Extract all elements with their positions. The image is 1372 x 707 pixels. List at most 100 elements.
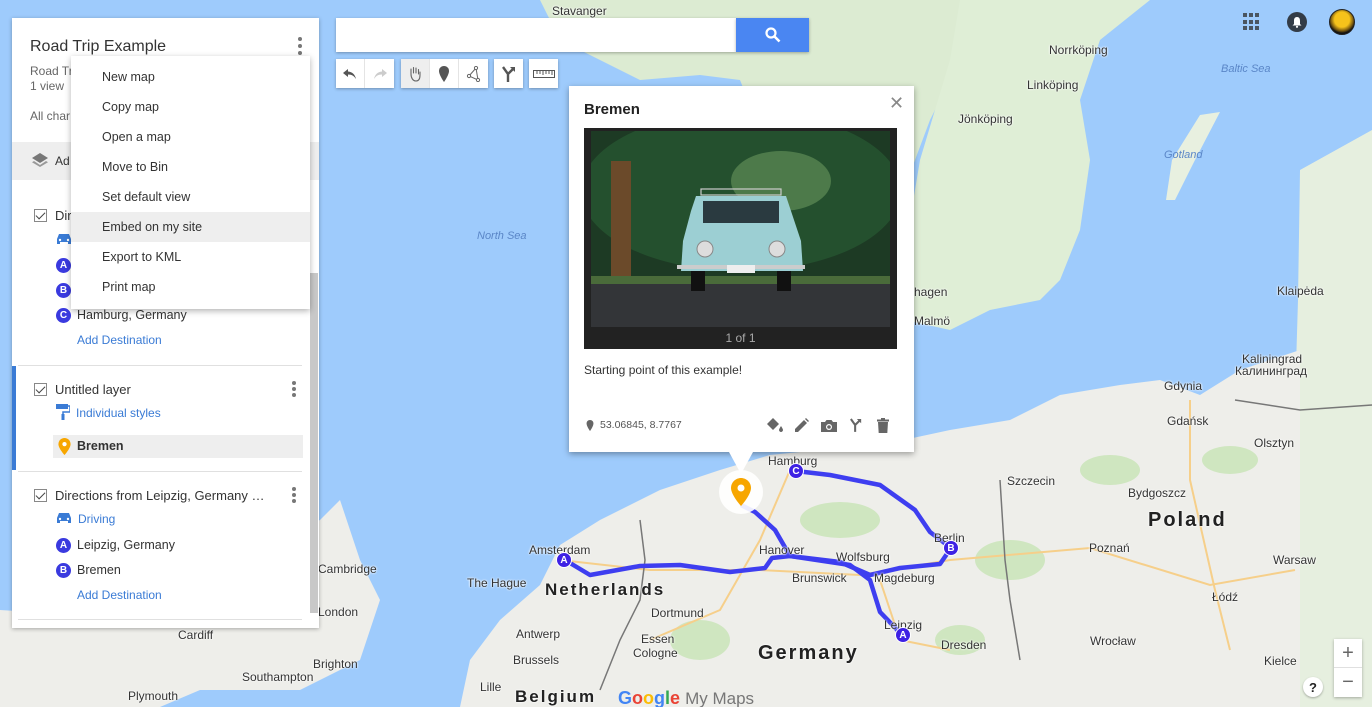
map-options-menu: New map Copy map Open a map Move to Bin Set … <box>71 56 310 309</box>
history-toolbar <box>336 59 394 88</box>
menu-item-embed-on-my-site[interactable]: Embed on my site <box>71 212 310 242</box>
map-label: Olsztyn <box>1254 436 1295 450</box>
trash-icon <box>877 417 889 433</box>
menu-item-open-a-map[interactable]: Open a map <box>71 122 310 152</box>
marker-amsterdam-a[interactable]: A <box>556 552 572 568</box>
map-label: Linköping <box>1027 78 1079 92</box>
car-icon <box>56 512 72 527</box>
layer-options-button[interactable] <box>290 380 298 398</box>
search-input[interactable] <box>336 18 736 52</box>
add-layer-label: Ad <box>55 154 70 168</box>
map-label: Plymouth <box>128 689 179 703</box>
select-tool-button[interactable] <box>401 59 430 88</box>
map-label: Dresden <box>941 638 987 652</box>
driving-mode[interactable]: Driving <box>56 510 115 528</box>
edit-button[interactable] <box>793 416 811 434</box>
paint-roller-icon <box>56 403 71 423</box>
view-count: 1 view <box>30 79 65 93</box>
menu-item-print-map[interactable]: Print map <box>71 272 310 302</box>
map-label: The Hague <box>467 576 527 590</box>
layer-checkbox[interactable] <box>34 208 47 222</box>
marker-hamburg-c[interactable]: C <box>788 463 804 479</box>
draw-line-button[interactable] <box>459 59 488 88</box>
bell-icon <box>1292 16 1302 28</box>
map-label: Antwerp <box>516 627 561 641</box>
photo-counter: 1 of 1 <box>725 331 756 345</box>
layer-name[interactable]: Directions from Leipzig, Germany … <box>55 488 265 503</box>
photo-viewer[interactable]: 1 of 1 <box>584 128 897 349</box>
pin-icon <box>731 478 751 506</box>
zoom-out-button[interactable]: − <box>1334 668 1362 697</box>
help-button[interactable]: ? <box>1303 677 1323 697</box>
directions-icon <box>501 65 515 82</box>
divider <box>18 365 302 366</box>
layer-checkbox[interactable] <box>34 488 47 502</box>
delete-button[interactable] <box>874 416 892 434</box>
menu-item-move-to-bin[interactable]: Move to Bin <box>71 152 310 182</box>
add-destination-link[interactable]: Add Destination <box>77 588 162 602</box>
map-title[interactable]: Road Trip Example <box>30 38 166 56</box>
close-icon[interactable]: ✕ <box>889 93 904 114</box>
map-label: Essen <box>641 632 675 646</box>
layer-name[interactable]: Untitled layer <box>55 382 131 397</box>
my-maps-label: My Maps <box>685 689 755 707</box>
map-label: Belgium <box>515 687 597 706</box>
directions-toolbar <box>494 59 523 88</box>
menu-item-export-to-kml[interactable]: Export to KML <box>71 242 310 272</box>
directions-to-button[interactable] <box>847 416 865 434</box>
add-photo-button[interactable] <box>820 416 838 434</box>
map-label: Kielce <box>1264 654 1297 668</box>
active-layer-indicator <box>12 366 16 470</box>
add-marker-button[interactable] <box>430 59 459 88</box>
search-button[interactable] <box>736 18 809 52</box>
stop-a[interactable]: A Leipzig, Germany <box>56 536 175 554</box>
map-label: hagen <box>914 285 948 299</box>
map-label: Szczecin <box>1007 474 1056 488</box>
undo-icon <box>343 68 356 79</box>
notifications-button[interactable] <box>1287 12 1307 32</box>
layer-options-button[interactable] <box>290 486 298 504</box>
bremen-pin[interactable] <box>719 470 763 514</box>
car-photo[interactable] <box>591 131 890 327</box>
marker-leipzig-a[interactable]: A <box>895 627 911 643</box>
measure-toolbar <box>529 59 558 88</box>
map-label: Norrköping <box>1049 43 1108 57</box>
undo-button[interactable] <box>336 59 365 88</box>
map-label: Jönköping <box>958 112 1013 126</box>
layer-name[interactable]: Dir <box>55 208 72 223</box>
zoom-in-button[interactable]: + <box>1334 639 1362 668</box>
account-avatar[interactable] <box>1329 9 1355 35</box>
paint-bucket-icon <box>767 418 783 432</box>
ruler-icon <box>532 69 555 78</box>
redo-button[interactable] <box>365 59 394 88</box>
redo-icon <box>373 68 387 79</box>
driving-mode[interactable] <box>56 231 72 249</box>
map-label: Malmö <box>914 314 951 328</box>
add-destination-link[interactable]: Add Destination <box>77 333 162 347</box>
feature-bremen[interactable]: Bremen <box>53 435 303 458</box>
map-options-button[interactable] <box>292 36 308 56</box>
map-label: Poznań <box>1089 541 1130 555</box>
map-label: Warsaw <box>1273 553 1316 567</box>
menu-item-new-map[interactable]: New map <box>71 62 310 92</box>
map-label: Baltic Sea <box>1221 63 1271 75</box>
panel-scrollbar[interactable] <box>310 273 318 613</box>
marker-berlin-b[interactable]: B <box>943 540 959 556</box>
zoom-controls: + − <box>1334 639 1362 697</box>
draw-toolbar <box>401 59 488 88</box>
menu-item-set-default-view[interactable]: Set default view <box>71 182 310 212</box>
land-baltics <box>1290 130 1372 707</box>
save-status: All char <box>30 109 71 123</box>
menu-item-copy-map[interactable]: Copy map <box>71 92 310 122</box>
add-directions-button[interactable] <box>494 59 523 88</box>
map-label: Southampton <box>242 670 314 684</box>
individual-styles-link[interactable]: Individual styles <box>56 403 161 423</box>
layer-checkbox[interactable] <box>34 382 47 396</box>
apps-button[interactable] <box>1243 13 1261 31</box>
map-label: Калининград <box>1235 364 1308 378</box>
stop-b[interactable]: B Bremen <box>56 561 121 579</box>
directions-icon <box>850 418 862 432</box>
style-button[interactable] <box>766 416 784 434</box>
info-actions <box>766 416 892 434</box>
measure-button[interactable] <box>529 59 558 88</box>
